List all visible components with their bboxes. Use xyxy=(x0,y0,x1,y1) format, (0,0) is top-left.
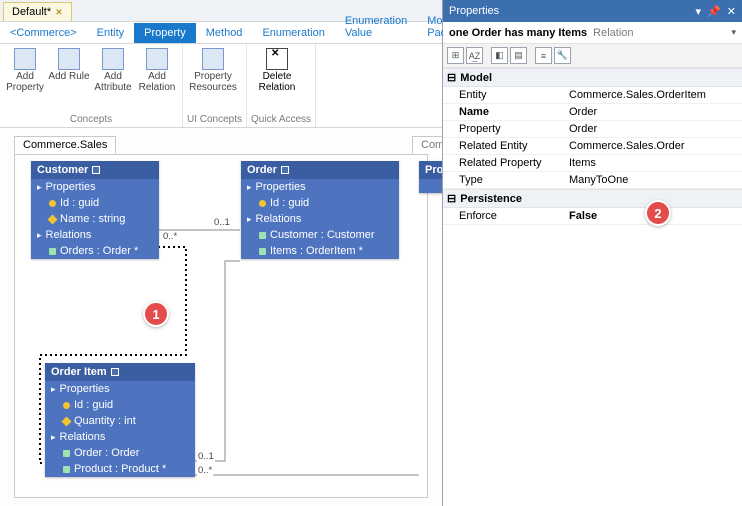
ribbon-tab-property[interactable]: Property xyxy=(134,23,196,43)
expand-icon[interactable] xyxy=(37,229,42,241)
property-resources-button[interactable]: Property Resources xyxy=(187,46,239,113)
entity-order-item[interactable]: Order Item Properties Id : guid Quantity… xyxy=(45,363,195,477)
prop-row: Related EntityCommerce.Sales.Order xyxy=(443,138,742,155)
group-label: UI Concepts xyxy=(187,113,242,127)
property-icon xyxy=(62,416,72,426)
key-icon xyxy=(63,402,70,409)
expand-icon[interactable] xyxy=(247,181,252,193)
category-model[interactable]: ⊟Model xyxy=(443,68,742,87)
add-attribute-button[interactable]: Add Attribute xyxy=(92,46,134,113)
entity-product-partial[interactable]: Prod xyxy=(419,161,442,193)
relation-icon xyxy=(63,466,70,473)
annotation-badge-1: 1 xyxy=(143,301,169,327)
expand-icon[interactable] xyxy=(51,431,56,443)
collapse-icon[interactable] xyxy=(281,166,289,174)
relation-icon xyxy=(63,450,70,457)
mult-label: 0..1 xyxy=(197,451,215,462)
key-icon xyxy=(49,200,56,207)
relation-icon xyxy=(259,248,266,255)
dropdown-icon[interactable]: ▾ xyxy=(696,5,702,18)
ribbon-tab-method[interactable]: Method xyxy=(196,23,253,43)
collapse-icon[interactable]: ⊟ xyxy=(447,71,456,84)
property-grid: ⊟Model EntityCommerce.Sales.OrderItem Na… xyxy=(443,68,742,506)
add-relation-button[interactable]: Add Relation xyxy=(136,46,178,113)
collapse-icon[interactable] xyxy=(92,166,100,174)
object-selector[interactable]: one Order has many Items Relation ▾ xyxy=(443,22,742,44)
prop-row: EnforceFalse xyxy=(443,208,742,225)
panel-header: Properties ▾ 📌 ✕ xyxy=(443,0,742,22)
property-resources-icon xyxy=(202,48,224,70)
add-rule-icon xyxy=(58,48,80,70)
add-rule-button[interactable]: Add Rule xyxy=(48,46,90,113)
diagram-canvas[interactable]: Commerce.Sales Comme 0..1 0..* 0..1 0..*… xyxy=(0,128,442,506)
entity-order[interactable]: Order Properties Id : guid Relations Cus… xyxy=(241,161,399,259)
wrench-icon[interactable]: 🔧 xyxy=(554,47,571,64)
ribbon-tab-commerce[interactable]: <Commerce> xyxy=(0,23,87,43)
object-type: Relation xyxy=(593,27,633,39)
relation-icon xyxy=(49,248,56,255)
dropdown-icon[interactable]: ▾ xyxy=(731,27,736,38)
canvas-tab[interactable]: Commerce.Sales xyxy=(14,136,116,154)
prop-row: EntityCommerce.Sales.OrderItem xyxy=(443,87,742,104)
ribbon-group-uiconcepts: Property Resources UI Concepts xyxy=(183,44,247,127)
property-icon xyxy=(48,214,58,224)
ribbon-tab-enum-value[interactable]: Enumeration Value xyxy=(335,11,417,43)
expand-icon[interactable] xyxy=(51,383,56,395)
editor-pane: Default* ✕ <Commerce> Entity Property Me… xyxy=(0,0,443,506)
properties-toolbar: ⊞ A͢Z ◧ ▤ ≡ 🔧 xyxy=(443,44,742,68)
tool-icon[interactable]: ▤ xyxy=(510,47,527,64)
prop-row: Related PropertyItems xyxy=(443,155,742,172)
group-label: Concepts xyxy=(4,113,178,127)
tool-icon[interactable]: ◧ xyxy=(491,47,508,64)
relation-icon xyxy=(259,232,266,239)
panel-title: Properties xyxy=(449,5,499,17)
delete-relation-button[interactable]: ✕Delete Relation xyxy=(251,46,303,113)
tab-label: Default* xyxy=(12,6,51,18)
pin-icon[interactable]: 📌 xyxy=(707,5,721,18)
close-icon[interactable]: ✕ xyxy=(55,7,63,18)
prop-row: PropertyOrder xyxy=(443,121,742,138)
add-property-icon xyxy=(14,48,36,70)
properties-panel: Properties ▾ 📌 ✕ one Order has many Item… xyxy=(443,0,742,506)
canvas-body: 0..1 0..* 0..1 0..* Customer Properties … xyxy=(14,154,428,498)
group-label: Quick Access xyxy=(251,113,311,127)
category-persistence[interactable]: ⊟Persistence xyxy=(443,189,742,208)
entity-customer[interactable]: Customer Properties Id : guid Name : str… xyxy=(31,161,159,259)
mult-label: 0..1 xyxy=(213,217,231,228)
expand-icon[interactable] xyxy=(37,181,42,193)
ribbon-group-quickaccess: ✕Delete Relation Quick Access xyxy=(247,44,316,127)
collapse-icon[interactable]: ⊟ xyxy=(447,192,456,205)
mult-label: 0..* xyxy=(162,231,178,242)
ribbon-tab-entity[interactable]: Entity xyxy=(87,23,135,43)
ribbon-group-concepts: Add Property Add Rule Add Attribute Add … xyxy=(0,44,183,127)
annotation-badge-2: 2 xyxy=(645,200,671,226)
ribbon-tab-enumeration[interactable]: Enumeration xyxy=(252,23,334,43)
prop-row: NameOrder xyxy=(443,104,742,121)
add-attribute-icon xyxy=(102,48,124,70)
ribbon: Add Property Add Rule Add Attribute Add … xyxy=(0,44,442,128)
close-icon[interactable]: ✕ xyxy=(727,5,736,18)
key-icon xyxy=(259,200,266,207)
expand-icon[interactable] xyxy=(247,213,252,225)
collapse-icon[interactable] xyxy=(111,368,119,376)
canvas-tab-partial[interactable]: Comme xyxy=(412,136,442,154)
categorize-icon[interactable]: ⊞ xyxy=(447,47,464,64)
delete-relation-icon: ✕ xyxy=(266,48,288,70)
document-tab[interactable]: Default* ✕ xyxy=(3,2,72,21)
ribbon-tabs: <Commerce> Entity Property Method Enumer… xyxy=(0,22,442,44)
mult-label: 0..* xyxy=(197,465,213,476)
prop-row: TypeManyToOne xyxy=(443,172,742,189)
object-name: one Order has many Items xyxy=(449,27,587,39)
add-property-button[interactable]: Add Property xyxy=(4,46,46,113)
add-relation-icon xyxy=(146,48,168,70)
tool-icon[interactable]: ≡ xyxy=(535,47,552,64)
sort-icon[interactable]: A͢Z xyxy=(466,47,483,64)
